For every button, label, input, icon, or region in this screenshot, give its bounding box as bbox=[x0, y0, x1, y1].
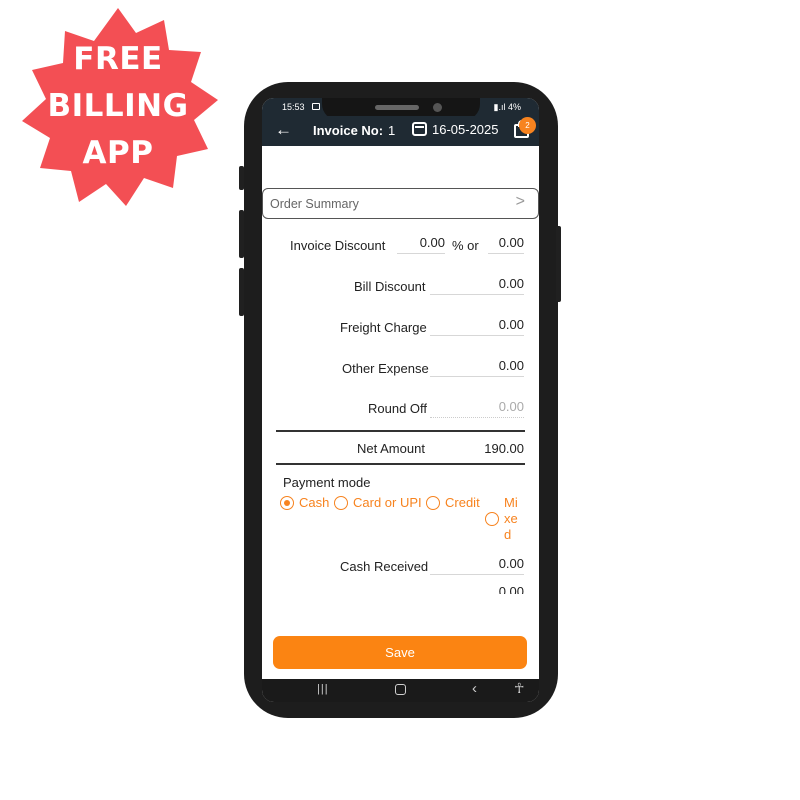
home-icon[interactable] bbox=[395, 684, 406, 695]
other-expense-input[interactable]: 0.00 bbox=[430, 355, 524, 377]
front-camera bbox=[433, 103, 442, 112]
bill-discount-input[interactable]: 0.00 bbox=[430, 273, 524, 295]
card-upi-radio-label[interactable]: Card or UPI bbox=[353, 495, 422, 511]
cart-count-badge: 2 bbox=[519, 117, 536, 134]
other-expense-label: Other Expense bbox=[342, 361, 429, 376]
invoice-discount-amount-input[interactable]: 0.00 bbox=[488, 232, 524, 254]
app-bar: ← Invoice No: 1 16-05-2025 2 bbox=[262, 116, 539, 146]
invoice-discount-amount-value: 0.00 bbox=[498, 235, 524, 250]
speaker-grille bbox=[375, 105, 419, 110]
invoice-discount-percent-input[interactable]: 0.00 bbox=[397, 232, 445, 254]
clipped-next-field: 0.00 bbox=[430, 582, 524, 594]
net-amount-label: Net Amount bbox=[357, 441, 425, 456]
credit-radio[interactable] bbox=[426, 496, 440, 510]
promo-text: FREE BILLING APP bbox=[18, 36, 218, 177]
payment-mode-title: Payment mode bbox=[283, 475, 371, 490]
round-off-placeholder: 0.00 bbox=[498, 399, 524, 414]
status-time: 15:53 bbox=[282, 102, 305, 112]
order-summary-button[interactable]: Order Summary > bbox=[262, 188, 539, 219]
net-amount-value: 190.00 bbox=[484, 441, 524, 456]
phone-volume-up bbox=[239, 210, 244, 258]
arrow-left-icon[interactable]: ← bbox=[275, 120, 292, 140]
promo-badge: FREE BILLING APP bbox=[18, 8, 218, 208]
percent-or-label: % or bbox=[452, 238, 479, 253]
gallery-icon bbox=[312, 103, 320, 110]
battery-percent: 4% bbox=[507, 102, 521, 112]
invoice-number-value: 1 bbox=[388, 123, 396, 138]
phone-power-button bbox=[556, 226, 561, 302]
recents-icon[interactable]: ||| bbox=[317, 683, 329, 695]
save-button[interactable]: Save bbox=[273, 636, 527, 669]
cash-radio-label[interactable]: Cash bbox=[299, 495, 329, 511]
invoice-number-label: Invoice No: bbox=[313, 123, 384, 138]
calendar-icon[interactable] bbox=[412, 122, 427, 136]
promo-line-3: APP bbox=[82, 135, 154, 171]
bill-discount-value: 0.00 bbox=[498, 276, 524, 291]
freight-charge-label: Freight Charge bbox=[340, 320, 427, 335]
card-upi-radio[interactable] bbox=[334, 496, 348, 510]
mixed-radio[interactable] bbox=[485, 512, 499, 526]
cash-radio[interactable] bbox=[280, 496, 294, 510]
phone-volume-down bbox=[239, 268, 244, 316]
cash-received-label: Cash Received bbox=[340, 559, 429, 574]
stage: FREE BILLING APP 15:53 ▮.ıl 4% ← Invoice… bbox=[0, 0, 800, 800]
other-expense-value: 0.00 bbox=[498, 358, 524, 373]
accessibility-icon[interactable]: ☥ bbox=[514, 680, 524, 697]
invoice-discount-label: Invoice Discount bbox=[290, 238, 386, 253]
cash-received-value: 0.00 bbox=[498, 556, 524, 571]
freight-charge-value: 0.00 bbox=[498, 317, 524, 332]
promo-line-2: BILLING bbox=[47, 88, 189, 124]
phone-side-button bbox=[239, 166, 244, 190]
promo-line-1: FREE bbox=[73, 41, 163, 77]
mixed-radio-label-part-3[interactable]: d bbox=[504, 527, 511, 543]
signal-icon: ▮.ıl bbox=[493, 102, 508, 112]
invoice-discount-percent-value: 0.00 bbox=[419, 235, 445, 250]
chevron-right-icon: > bbox=[515, 193, 525, 210]
bill-discount-label: Bill Discount bbox=[354, 279, 426, 294]
phone-screen: 15:53 ▮.ıl 4% ← Invoice No: 1 16-05-2025… bbox=[262, 98, 539, 702]
net-amount-top-divider bbox=[276, 430, 525, 432]
clipped-next-value: 0.00 bbox=[498, 584, 524, 594]
round-off-label: Round Off bbox=[368, 401, 428, 416]
credit-radio-label[interactable]: Credit bbox=[445, 495, 480, 511]
mixed-radio-label-part-1[interactable]: Mi bbox=[504, 495, 518, 511]
net-amount-bottom-divider bbox=[276, 463, 525, 465]
mixed-radio-label-part-2[interactable]: xe bbox=[504, 511, 518, 527]
nav-back-icon[interactable]: ‹ bbox=[472, 680, 477, 697]
system-nav-bar: ||| ‹ ☥ bbox=[262, 679, 539, 702]
battery-status: ▮.ıl 4% bbox=[494, 102, 521, 113]
invoice-date[interactable]: 16-05-2025 bbox=[432, 122, 503, 137]
freight-charge-input[interactable]: 0.00 bbox=[430, 314, 524, 336]
cash-received-input[interactable]: 0.00 bbox=[430, 553, 524, 575]
order-summary-label: Order Summary bbox=[270, 197, 359, 211]
round-off-input[interactable]: 0.00 bbox=[430, 396, 524, 418]
